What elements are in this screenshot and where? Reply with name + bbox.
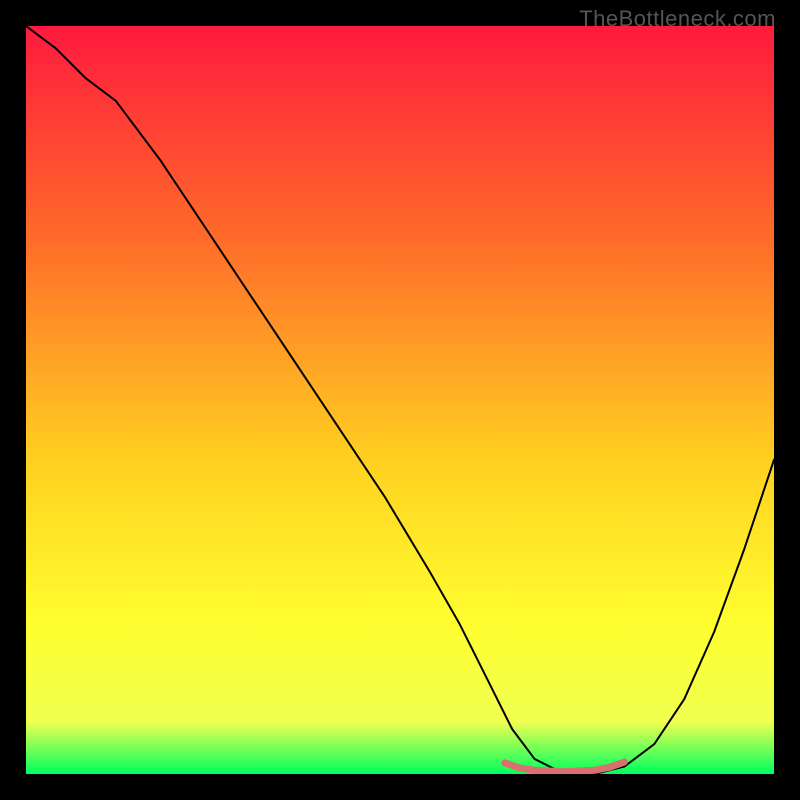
chart-svg (26, 26, 774, 774)
plot-area (26, 26, 774, 774)
chart-container: TheBottleneck.com (0, 0, 800, 800)
gradient-background (26, 26, 774, 774)
watermark-text: TheBottleneck.com (579, 6, 776, 32)
